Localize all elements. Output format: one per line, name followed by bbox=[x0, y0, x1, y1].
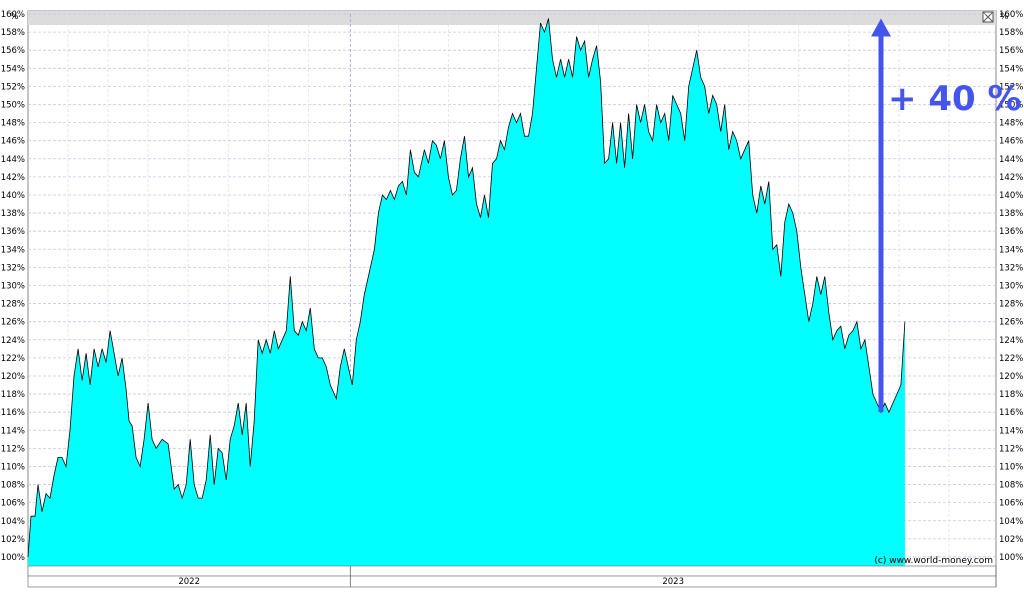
y-tick-label: 106% bbox=[1, 499, 25, 509]
y-tick-label: 152% bbox=[1, 82, 25, 92]
y-tick-label: 102% bbox=[999, 535, 1023, 545]
y-tick-label: 148% bbox=[1, 119, 25, 129]
y-axis-left: 100% 102% 104% 106% 108% 110% 112% 114% 116% 118%… bbox=[1, 10, 25, 563]
y-tick-label: 140% bbox=[999, 191, 1023, 201]
y-tick-label: 158% bbox=[1, 28, 25, 38]
y-tick-label: 138% bbox=[999, 209, 1023, 219]
y-tick-label: 126% bbox=[1, 318, 25, 328]
chart-header-bar bbox=[28, 11, 996, 25]
y-tick-label: 112% bbox=[999, 444, 1023, 454]
y-tick-label: 154% bbox=[999, 64, 1023, 74]
y-tick-label: 126% bbox=[999, 318, 1023, 328]
y-tick-label: 130% bbox=[999, 281, 1023, 291]
y-tick-label: 136% bbox=[1, 227, 25, 237]
x-tick-label: 2023 bbox=[662, 577, 684, 587]
y-tick-label: 132% bbox=[1, 263, 25, 273]
y-tick-label: 122% bbox=[999, 354, 1023, 364]
y-tick-label: 110% bbox=[999, 462, 1023, 472]
y-tick-label: 134% bbox=[1, 245, 25, 255]
y-tick-label: 128% bbox=[999, 300, 1023, 310]
y-tick-label: 124% bbox=[999, 336, 1023, 346]
y-tick-label: 144% bbox=[1, 155, 25, 165]
y-tick-label: 154% bbox=[1, 64, 25, 74]
y-tick-label: 148% bbox=[999, 119, 1023, 129]
x-axis-period-band bbox=[27, 575, 997, 588]
chart-container: 100% 102% 104% 106% 108% 110% 112% 114% 116% 118%… bbox=[0, 0, 1024, 590]
credit-text: (c) www.world-money.com bbox=[874, 556, 993, 566]
y-tick-label: 124% bbox=[1, 336, 25, 346]
y-tick-label: 100% bbox=[999, 553, 1023, 563]
y-unit-label-left: % bbox=[10, 12, 19, 22]
y-tick-label: 144% bbox=[999, 155, 1023, 165]
y-tick-label: 106% bbox=[999, 499, 1023, 509]
area-chart: 100% 102% 104% 106% 108% 110% 112% 114% 116% 118%… bbox=[1, 10, 1023, 588]
close-box-icon[interactable] bbox=[982, 11, 994, 23]
y-tick-label: 120% bbox=[1, 372, 25, 382]
y-tick-label: 150% bbox=[1, 100, 25, 110]
y-tick-label: 108% bbox=[999, 481, 1023, 491]
y-tick-label: 116% bbox=[1, 408, 25, 418]
y-tick-label: 138% bbox=[1, 209, 25, 219]
y-tick-label: 146% bbox=[1, 137, 25, 147]
y-tick-label: 156% bbox=[999, 46, 1023, 56]
y-tick-label: 132% bbox=[999, 263, 1023, 273]
annotation-text: + 40 % bbox=[888, 79, 1022, 119]
y-tick-label: 140% bbox=[1, 191, 25, 201]
y-tick-label: 120% bbox=[999, 372, 1023, 382]
y-tick-label: 136% bbox=[999, 227, 1023, 237]
y-tick-label: 134% bbox=[999, 245, 1023, 255]
y-unit-label-right: % bbox=[1000, 12, 1009, 22]
y-tick-label: 102% bbox=[1, 535, 25, 545]
y-tick-label: 104% bbox=[1, 517, 25, 527]
y-tick-label: 128% bbox=[1, 300, 25, 310]
y-tick-label: 118% bbox=[1, 390, 25, 400]
y-tick-label: 116% bbox=[999, 408, 1023, 418]
y-tick-label: 104% bbox=[999, 517, 1023, 527]
y-tick-label: 118% bbox=[999, 390, 1023, 400]
y-tick-label: 156% bbox=[1, 46, 25, 56]
y-tick-label: 142% bbox=[1, 173, 25, 183]
x-axis-band bbox=[27, 565, 997, 577]
y-tick-label: 130% bbox=[1, 281, 25, 291]
y-tick-label: 110% bbox=[1, 462, 25, 472]
x-axis: 2022 2023 bbox=[27, 565, 997, 588]
y-tick-label: 100% bbox=[1, 553, 25, 563]
y-tick-label: 114% bbox=[1, 426, 25, 436]
x-tick-label: 2022 bbox=[178, 577, 200, 587]
y-tick-label: 146% bbox=[999, 137, 1023, 147]
y-tick-label: 114% bbox=[999, 426, 1023, 436]
y-tick-label: 122% bbox=[1, 354, 25, 364]
y-tick-label: 108% bbox=[1, 481, 25, 491]
y-tick-label: 158% bbox=[999, 28, 1023, 38]
y-tick-label: 142% bbox=[999, 173, 1023, 183]
y-tick-label: 112% bbox=[1, 444, 25, 454]
